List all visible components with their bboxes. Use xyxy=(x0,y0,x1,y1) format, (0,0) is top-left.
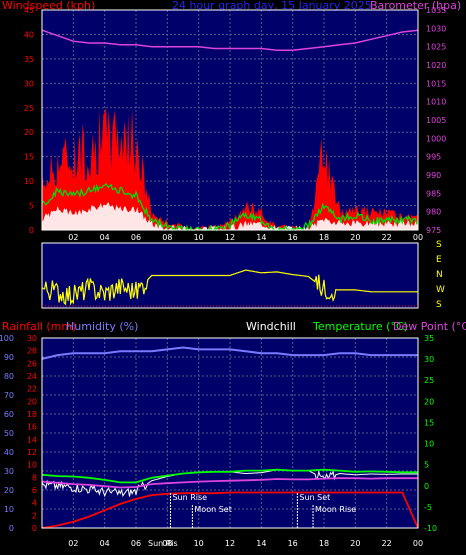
humidity-axis-title: Humidity (%) xyxy=(66,320,138,333)
barometer-tick-label: 980 xyxy=(426,208,441,217)
humidity-tick-label: 0 xyxy=(9,524,14,533)
hour-tick-label: 14 xyxy=(256,233,266,242)
hour-tick-label-lower: 04 xyxy=(100,539,110,548)
humidity-tick-label: 90 xyxy=(4,353,14,362)
weather-graph: Windspeed (kph) 24 hour graph day, 15 Ja… xyxy=(0,0,466,555)
hour-tick-label: 08 xyxy=(162,233,172,242)
hour-tick-label-lower: 06 xyxy=(131,539,141,548)
temperature-tick-label: 10 xyxy=(424,440,434,449)
humidity-tick-label: 40 xyxy=(4,448,14,457)
wind-tick-label: 20 xyxy=(24,128,34,137)
temperature-tick-label: 30 xyxy=(424,355,434,364)
hour-tick-label-lower: 18 xyxy=(319,539,329,548)
hour-tick-label: 02 xyxy=(68,233,78,242)
direction-tick-label: W xyxy=(436,285,445,295)
hour-tick-label: 18 xyxy=(319,233,329,242)
hour-tick-label: 16 xyxy=(288,233,298,242)
rainfall-tick-label: 24 xyxy=(27,372,37,381)
event-label: Sun Rise xyxy=(172,493,207,502)
rainfall-tick-label: 0 xyxy=(32,524,37,533)
wind-tick-label: 30 xyxy=(24,79,34,88)
direction-tick-label: S xyxy=(436,300,442,310)
rainfall-tick-label: 4 xyxy=(32,499,37,508)
humidity-tick-label: 10 xyxy=(4,505,14,514)
temperature-tick-label: -5 xyxy=(424,503,432,512)
wind-tick-label: 5 xyxy=(29,202,34,211)
barometer-tick-label: 995 xyxy=(426,153,441,162)
rainfall-tick-label: 20 xyxy=(27,397,37,406)
rainfall-tick-label: 26 xyxy=(27,359,37,368)
event-label: Sun Set xyxy=(299,493,330,502)
humidity-tick-label: 50 xyxy=(4,429,14,438)
windchill-axis-title: Windchill xyxy=(246,320,296,333)
hour-tick-label-lower: 00 xyxy=(413,539,423,548)
event-label: Moon Rise xyxy=(315,505,356,514)
hour-tick-label: 06 xyxy=(131,233,141,242)
humidity-tick-label: 60 xyxy=(4,410,14,419)
hour-tick-label: 04 xyxy=(100,233,110,242)
temperature-tick-label: 25 xyxy=(424,376,434,385)
rainfall-tick-label: 18 xyxy=(27,410,37,419)
humidity-tick-label: 30 xyxy=(4,467,14,476)
temperature-tick-label: -10 xyxy=(424,524,437,533)
barometer-tick-label: 985 xyxy=(426,189,441,198)
hour-tick-label-lower: 22 xyxy=(382,539,392,548)
rainfall-tick-label: 12 xyxy=(27,448,37,457)
barometer-tick-label: 1000 xyxy=(426,134,446,143)
temperature-tick-label: 35 xyxy=(424,334,434,343)
wind-tick-label: 45 xyxy=(24,6,34,15)
hour-tick-label: 10 xyxy=(194,233,204,242)
temperature-tick-label: 5 xyxy=(424,461,429,470)
hour-tick-label-lower: 02 xyxy=(68,539,78,548)
barometer-tick-label: 1035 xyxy=(426,6,446,15)
dewpoint-axis-title: Dew Point (°C) xyxy=(393,320,466,333)
temperature-tick-label: 15 xyxy=(424,418,434,427)
rainfall-tick-label: 2 xyxy=(32,511,37,520)
hour-tick-label: 12 xyxy=(225,233,235,242)
hour-tick-label-lower: 12 xyxy=(225,539,235,548)
rainfall-tick-label: 16 xyxy=(27,423,37,432)
barometer-tick-label: 1030 xyxy=(426,24,446,33)
rainfall-tick-label: 28 xyxy=(27,347,37,356)
barometer-tick-label: 1010 xyxy=(426,98,446,107)
barometer-tick-label: 1005 xyxy=(426,116,446,125)
humidity-tick-label: 70 xyxy=(4,391,14,400)
event-label: Moon Set xyxy=(194,505,231,514)
wind-tick-label: 15 xyxy=(24,153,34,162)
wind-tick-label: 25 xyxy=(24,104,34,113)
hour-tick-label: 20 xyxy=(350,233,360,242)
temperature-tick-label: 20 xyxy=(424,397,434,406)
temperature-tick-label: 0 xyxy=(424,482,429,491)
wind-tick-label: 0 xyxy=(29,226,34,235)
wind-tick-label: 10 xyxy=(24,177,34,186)
rainfall-tick-label: 8 xyxy=(32,473,37,482)
rainfall-tick-label: 6 xyxy=(32,486,37,495)
barometer-tick-label: 1025 xyxy=(426,43,446,52)
hour-tick-label: 00 xyxy=(413,233,423,242)
rainfall-tick-label: 30 xyxy=(27,334,37,343)
hour-tick-label-lower: 14 xyxy=(256,539,266,548)
direction-tick-label: S xyxy=(436,240,442,250)
bottom-event-text: Sun Ris xyxy=(148,539,178,548)
hour-tick-label-lower: 10 xyxy=(194,539,204,548)
barometer-tick-label: 975 xyxy=(426,226,441,235)
hour-tick-label: 22 xyxy=(382,233,392,242)
rainfall-tick-label: 10 xyxy=(27,461,37,470)
rainfall-tick-label: 22 xyxy=(27,385,37,394)
humidity-tick-label: 20 xyxy=(4,486,14,495)
rainfall-tick-label: 14 xyxy=(27,435,37,444)
humidity-tick-label: 100 xyxy=(0,334,14,343)
barometer-tick-label: 1020 xyxy=(426,61,446,70)
humidity-tick-label: 80 xyxy=(4,372,14,381)
wind-tick-label: 40 xyxy=(24,30,34,39)
hour-tick-label-lower: 20 xyxy=(350,539,360,548)
barometer-tick-label: 990 xyxy=(426,171,441,180)
wind-tick-label: 35 xyxy=(24,55,34,64)
hour-tick-label-lower: 16 xyxy=(288,539,298,548)
barometer-tick-label: 1015 xyxy=(426,79,446,88)
direction-tick-label: E xyxy=(436,255,442,265)
direction-tick-label: N xyxy=(436,270,443,280)
